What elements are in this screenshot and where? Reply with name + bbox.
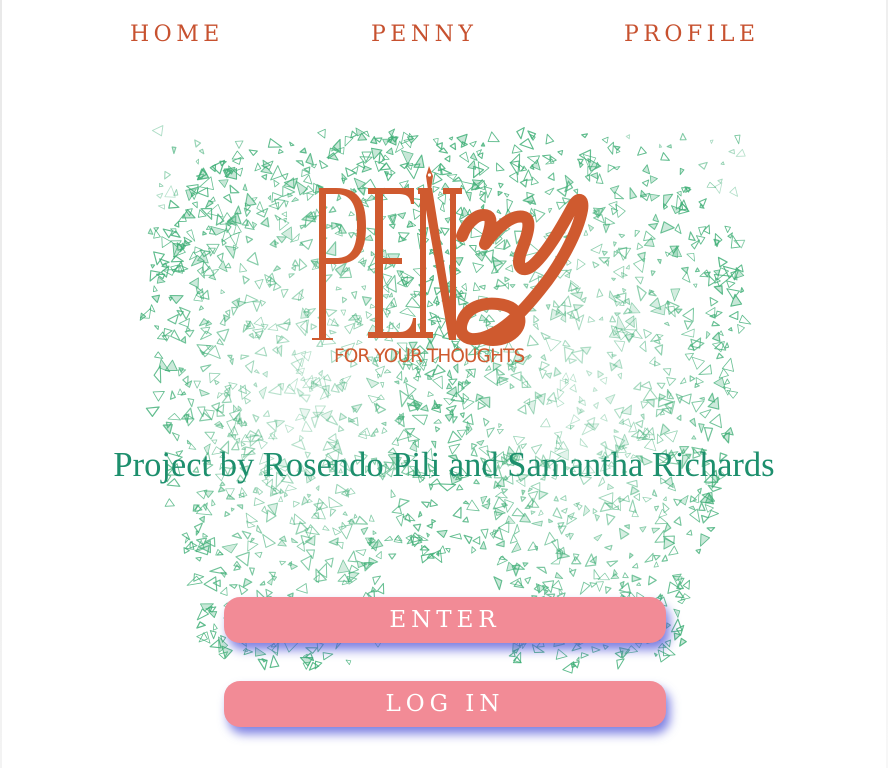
nav-profile-link[interactable]: PROFILE [624, 22, 760, 47]
top-navigation: HOME PENNY PROFILE [0, 18, 888, 58]
logo-tagline: FOR YOUR THOUGHTS [334, 346, 525, 367]
penny-wordmark [310, 166, 589, 346]
login-button[interactable]: LOG IN [224, 681, 666, 727]
nav-penny-link[interactable]: PENNY [371, 22, 477, 47]
project-credit: Project by Rosendo Pili and Samantha Ric… [113, 446, 775, 484]
landing-page: HOME PENNY PROFILE FOR YOUR THOUGHTS Pro… [0, 0, 888, 768]
nav-home-link[interactable]: HOME [130, 22, 224, 47]
penny-logo: FOR YOUR THOUGHTS [302, 160, 592, 380]
shattered-heads-artwork [139, 125, 752, 674]
enter-button[interactable]: ENTER [224, 597, 666, 643]
